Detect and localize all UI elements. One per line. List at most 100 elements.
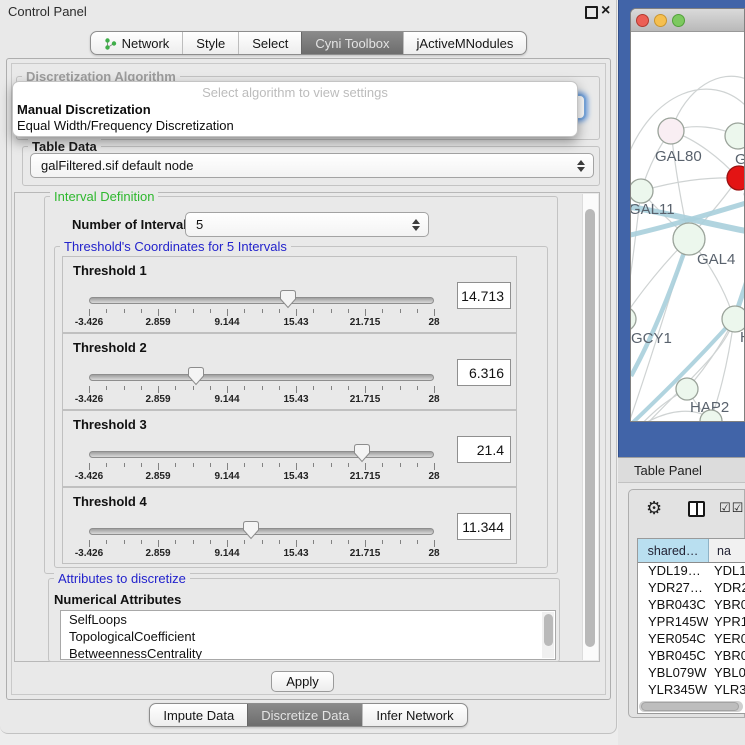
slider-track[interactable] [89,528,434,535]
cell-name: YLR3 [708,682,745,699]
tab-label: Network [122,36,170,51]
table-data-combobox[interactable]: galFiltered.sif default node [30,153,594,178]
tab-network[interactable]: Network [91,32,183,54]
tab-infer-network[interactable]: Infer Network [362,704,466,726]
interval-definition-label: Interval Definition [50,189,158,204]
table-row[interactable]: YER054CYER0 [638,631,745,648]
cell-name: YBL0 [708,665,745,682]
cell-name: YDR2 [708,580,745,597]
attribute-list-item[interactable]: BetweennessCentrality [61,645,555,660]
tab-label: Cyni Toolbox [315,36,389,51]
slider-ticks [89,386,434,394]
vertical-scrollbar-thumb[interactable] [585,209,595,647]
cell-name: YPR1 [708,614,745,631]
slider-knob[interactable] [243,521,259,540]
algorithm-dropdown-popup: Select algorithm to view settings Manual… [12,81,578,137]
attribute-list-item[interactable]: SelfLoops [61,611,555,628]
attributes-group-label: Attributes to discretize [54,571,190,586]
table-row[interactable]: YPR145WYPR1 [638,614,745,631]
network-canvas[interactable]: GAL80GACGAL11GAL4GCY1HHAP2 [631,31,745,422]
numerical-attributes-list[interactable]: SelfLoopsTopologicalCoefficientBetweenne… [60,610,556,660]
number-of-intervals-value: 5 [196,217,203,232]
table-row[interactable]: YDL19…YDL1 [638,563,745,580]
thresholds-group-label: Threshold's Coordinates for 5 Intervals [60,239,291,254]
slider-ticks [89,463,434,471]
slider-knob[interactable] [280,290,296,309]
slider-ticks [89,540,434,548]
threshold-value-field[interactable]: 11.344 [457,513,511,540]
network-node-label: GCY1 [631,330,672,347]
combo-arrows-icon [412,219,420,231]
select-columns-checkboxes-icon[interactable]: ☑☑ [719,501,744,516]
tab-jactivemnodules[interactable]: jActiveMNodules [403,32,527,54]
tab-label: Infer Network [376,708,453,723]
network-window-titlebar[interactable] [631,9,745,32]
network-node-hap2[interactable] [676,378,698,400]
control-panel-window: Control Panel × Network StyleSelect Cyni T… [0,0,617,734]
tab-label: Discretize Data [261,708,349,723]
slider-track[interactable] [89,297,434,304]
cell-shared-name: YLR345W [638,682,708,699]
table-row[interactable]: YLR345WYLR3 [638,682,745,699]
column-header-name[interactable]: na [709,539,745,562]
slider-knob[interactable] [354,444,370,463]
columns-icon[interactable] [688,501,705,517]
float-window-icon[interactable] [585,6,598,19]
threshold-value-field[interactable]: 6.316 [457,359,511,386]
apply-button[interactable]: Apply [271,671,334,692]
close-icon[interactable]: × [601,0,610,22]
table-row[interactable]: YBL079WYBL0 [638,665,745,682]
vertical-scrollbar[interactable] [582,194,598,660]
top-tab-bar: Network StyleSelect Cyni Toolbox jActiveMNo… [0,31,617,55]
slider-axis-labels: -3.4262.8599.14415.4321.71528 [89,317,434,329]
slider-track[interactable] [89,374,434,381]
threshold-label: Threshold 3 [73,417,147,432]
network-node-gal80[interactable] [658,118,684,144]
table-row[interactable]: YBR043CYBR0 [638,597,745,614]
tab-select[interactable]: Select [238,32,301,54]
cell-shared-name: YBR045C [638,648,708,665]
threshold-value-field[interactable]: 14.713 [457,282,511,309]
network-node-label: GAL80 [655,148,702,165]
network-node-gcy1[interactable] [631,307,636,331]
minimize-traffic-light-icon[interactable] [654,14,667,27]
gear-icon[interactable]: ⚙ [646,498,662,519]
threshold-panel: Threshold 4-3.4262.8599.14415.4321.71528… [62,487,517,564]
numerical-attributes-label: Numerical Attributes [54,592,181,607]
zoom-traffic-light-icon[interactable] [672,14,685,27]
dropdown-option[interactable]: Manual Discretization [17,102,151,117]
table-row[interactable]: YDR27…YDR2 [638,580,745,597]
network-node-label: GAL4 [697,251,735,268]
slider-track[interactable] [89,451,434,458]
window-title: Control Panel [8,4,87,19]
combo-arrows-icon [577,160,585,172]
slider-axis-labels: -3.4262.8599.14415.4321.71528 [89,548,434,560]
table-row[interactable]: YBR045CYBR0 [638,648,745,665]
threshold-label: Threshold 2 [73,340,147,355]
network-node-gal11[interactable] [631,179,653,203]
list-scrollbar-thumb[interactable] [544,614,553,646]
column-header-shared-name[interactable]: shared… [638,539,709,562]
attribute-list-item[interactable]: TopologicalCoefficient [61,628,555,645]
threshold-label: Threshold 1 [73,263,147,278]
horizontal-scrollbar[interactable] [639,701,743,712]
number-of-intervals-combobox[interactable]: 5 [185,212,429,237]
threshold-value-field[interactable]: 21.4 [457,436,511,463]
horizontal-scrollbar-thumb[interactable] [641,702,739,711]
dropdown-option[interactable]: Equal Width/Frequency Discretization [17,118,234,133]
slider-knob[interactable] [188,367,204,386]
network-node-label: H [740,329,745,346]
tab-impute-data[interactable]: Impute Data [150,704,247,726]
close-traffic-light-icon[interactable] [636,14,649,27]
tab-label: jActiveMNodules [417,36,514,51]
cell-shared-name: YER054C [638,631,708,648]
list-scrollbar[interactable] [542,612,554,658]
tab-style[interactable]: Style [182,32,238,54]
table-data-value: galFiltered.sif default node [41,158,193,173]
slider-axis-labels: -3.4262.8599.14415.4321.71528 [89,394,434,406]
network-node-ga[interactable] [725,123,745,149]
table-data-label: Table Data [28,139,101,154]
cell-shared-name: YDL19… [638,563,708,580]
tab-discretize-data[interactable]: Discretize Data [247,704,362,726]
tab-cyni-toolbox[interactable]: Cyni Toolbox [301,32,402,54]
